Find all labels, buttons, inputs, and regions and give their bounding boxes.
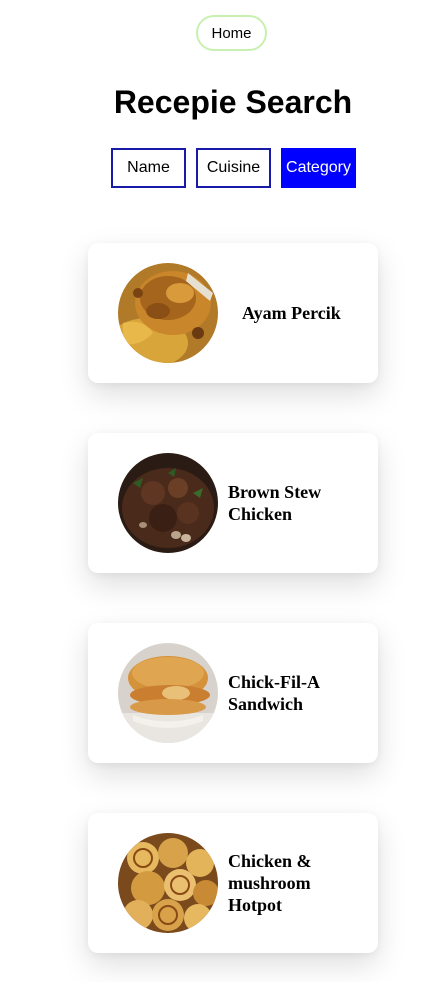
recipe-name: Chick-Fil-A Sandwich: [228, 672, 320, 714]
recipe-card[interactable]: Ayam Percik: [88, 243, 378, 383]
recipe-card[interactable]: Chicken & mushroom Hotpot: [88, 813, 378, 953]
page: Home Recepie Search Name Cuisine Categor…: [0, 0, 446, 982]
recipe-image: [118, 833, 218, 933]
recipe-name: Ayam Percik: [242, 303, 341, 323]
recipe-image: [118, 643, 218, 743]
filter-category-button[interactable]: Category: [281, 148, 356, 188]
home-button[interactable]: Home: [196, 15, 267, 51]
filter-cuisine-button[interactable]: Cuisine: [196, 148, 271, 188]
recipe-image: [118, 263, 218, 363]
page-title: Recepie Search: [113, 84, 353, 120]
recipe-name: Brown Stew Chicken: [228, 482, 322, 524]
recipe-card[interactable]: Chick-Fil-A Sandwich: [88, 623, 378, 763]
filter-bar: Name Cuisine Category: [0, 148, 446, 188]
recipe-card[interactable]: Brown Stew Chicken: [88, 433, 378, 573]
filter-name-button[interactable]: Name: [111, 148, 186, 188]
recipe-name: Chicken & mushroom Hotpot: [228, 851, 312, 915]
recipe-image: [118, 453, 218, 553]
